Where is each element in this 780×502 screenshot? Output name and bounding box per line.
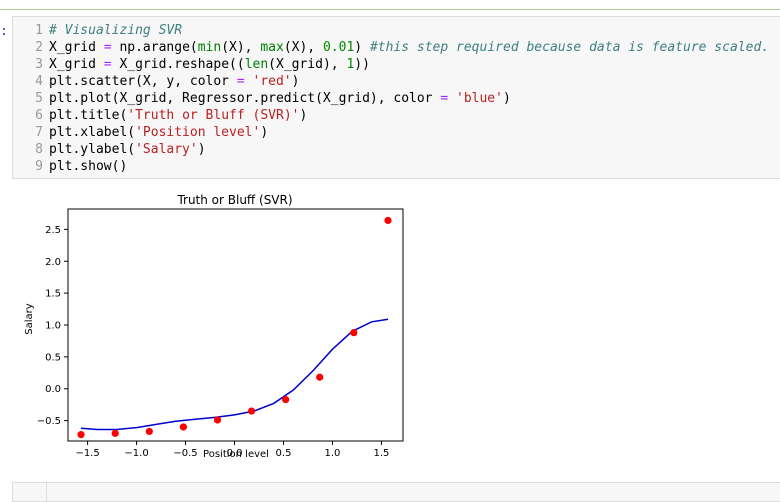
chart-title: Truth or Bluff (SVR) bbox=[176, 193, 292, 207]
code-token: ) bbox=[502, 91, 511, 106]
code-token: ) bbox=[354, 40, 370, 55]
code-line: 1 # Visualizing SVR bbox=[13, 22, 769, 39]
x-tick-label: −0.5 bbox=[173, 448, 197, 459]
line-number: 2 bbox=[35, 40, 43, 55]
data-point bbox=[111, 429, 119, 437]
y-tick-label: 1.0 bbox=[45, 321, 61, 332]
code-token: # Visualizing SVR bbox=[49, 23, 183, 38]
y-tick-label: −0.5 bbox=[37, 416, 61, 427]
data-point bbox=[213, 416, 222, 424]
code-token: 'Position level' bbox=[135, 125, 261, 140]
y-tick-label: 2.5 bbox=[45, 225, 61, 236]
code-token: = bbox=[103, 57, 112, 72]
code-line: 9 plt.show() bbox=[13, 158, 769, 175]
code-line: 6 plt.title('Truth or Bluff (SVR)') bbox=[13, 107, 769, 124]
data-point bbox=[247, 407, 256, 415]
code-cell[interactable]: 1 # Visualizing SVR 2 X_grid = np.arange(mi… bbox=[12, 16, 780, 179]
code-line: 5 plt.plot(X_grid, Regressor.predict(X_gr… bbox=[13, 90, 769, 107]
code-token: X_grid bbox=[49, 57, 104, 72]
code-line: 8 plt.ylabel('Salary') bbox=[13, 141, 769, 158]
code-token: plt.title( bbox=[49, 108, 128, 123]
line-number: 7 bbox=[35, 125, 43, 140]
data-point bbox=[282, 395, 290, 404]
data-point bbox=[350, 329, 358, 337]
code-token: 'Salary' bbox=[135, 142, 198, 157]
code-token: = bbox=[103, 40, 112, 55]
svr-chart: Truth or Bluff (SVR) Position level Sala… bbox=[24, 193, 404, 460]
data-point bbox=[316, 373, 324, 381]
next-cell-gutter bbox=[13, 483, 47, 501]
data-point bbox=[384, 216, 392, 225]
code-token: 'red' bbox=[252, 74, 292, 89]
y-tick-label: 2.0 bbox=[45, 257, 61, 268]
code-editor[interactable]: 1 # Visualizing SVR 2 X_grid = np.arange(mi… bbox=[13, 22, 769, 175]
code-token: ) bbox=[291, 74, 300, 89]
line-number: 4 bbox=[35, 74, 43, 89]
code-line: 3 X_grid = X_grid.reshape((len(X_grid), 1… bbox=[13, 56, 769, 73]
code-token: (X_grid), bbox=[268, 57, 347, 72]
y-tick-label: 0.5 bbox=[45, 352, 61, 363]
code-token: 0.01 bbox=[322, 40, 355, 55]
code-token: 'blue' bbox=[456, 91, 503, 106]
code-token: min bbox=[197, 40, 222, 55]
code-token: #this step required because data is feat… bbox=[369, 40, 770, 55]
code-token: ) bbox=[299, 108, 308, 123]
code-token: np.arange( bbox=[111, 40, 198, 55]
code-token: ) bbox=[260, 125, 269, 140]
x-tick-label: 1.5 bbox=[373, 448, 389, 459]
code-token: ) bbox=[197, 142, 206, 157]
code-token: plt.show() bbox=[49, 159, 128, 174]
code-token: (X), bbox=[283, 40, 323, 55]
data-point bbox=[179, 423, 187, 431]
code-token: )) bbox=[354, 57, 370, 72]
code-token: = bbox=[236, 74, 245, 89]
y-axis-label: Salary bbox=[24, 303, 35, 334]
line-number: 3 bbox=[35, 57, 43, 72]
x-tick-label: −1.5 bbox=[75, 448, 99, 459]
cell-prompt: : bbox=[0, 24, 8, 39]
x-tick-label: −1.0 bbox=[124, 448, 148, 459]
cell-divider bbox=[0, 9, 780, 10]
plot-frame bbox=[67, 208, 404, 442]
y-tick-label: 1.5 bbox=[45, 289, 61, 300]
code-token: plt.scatter(X, y, color bbox=[49, 74, 237, 89]
line-number: 5 bbox=[35, 91, 43, 106]
code-token: plt.ylabel( bbox=[49, 142, 136, 157]
code-token: (X), bbox=[221, 40, 261, 55]
line-number: 9 bbox=[35, 159, 43, 174]
y-tick-label: 0.0 bbox=[45, 384, 61, 395]
data-point bbox=[145, 427, 153, 436]
x-tick-label: 1.0 bbox=[325, 448, 341, 459]
line-number: 1 bbox=[35, 23, 43, 38]
next-code-cell[interactable] bbox=[12, 482, 780, 502]
code-line: 4 plt.scatter(X, y, color = 'red') bbox=[13, 73, 769, 90]
data-point bbox=[77, 431, 85, 439]
line-number: 8 bbox=[35, 142, 43, 157]
code-token: len bbox=[244, 57, 269, 72]
code-line: 7 plt.xlabel('Position level') bbox=[13, 124, 769, 141]
x-tick-label: 0.5 bbox=[276, 448, 292, 459]
code-token: max bbox=[260, 40, 284, 55]
line-number: 6 bbox=[35, 108, 43, 123]
code-line: 2 X_grid = np.arange(min(X), max(X), 0.01… bbox=[13, 39, 769, 56]
code-token: X_grid.reshape(( bbox=[111, 57, 245, 72]
code-token: = bbox=[440, 91, 449, 106]
code-token: plt.xlabel( bbox=[49, 125, 136, 140]
x-tick-label: 0.0 bbox=[227, 448, 243, 459]
code-token: X_grid bbox=[49, 40, 104, 55]
code-token: plt.plot(X_grid, Regressor.predict(X_gri… bbox=[49, 91, 441, 106]
code-token: 'Truth or Bluff (SVR)' bbox=[127, 108, 300, 123]
svr-prediction-line bbox=[80, 318, 389, 431]
